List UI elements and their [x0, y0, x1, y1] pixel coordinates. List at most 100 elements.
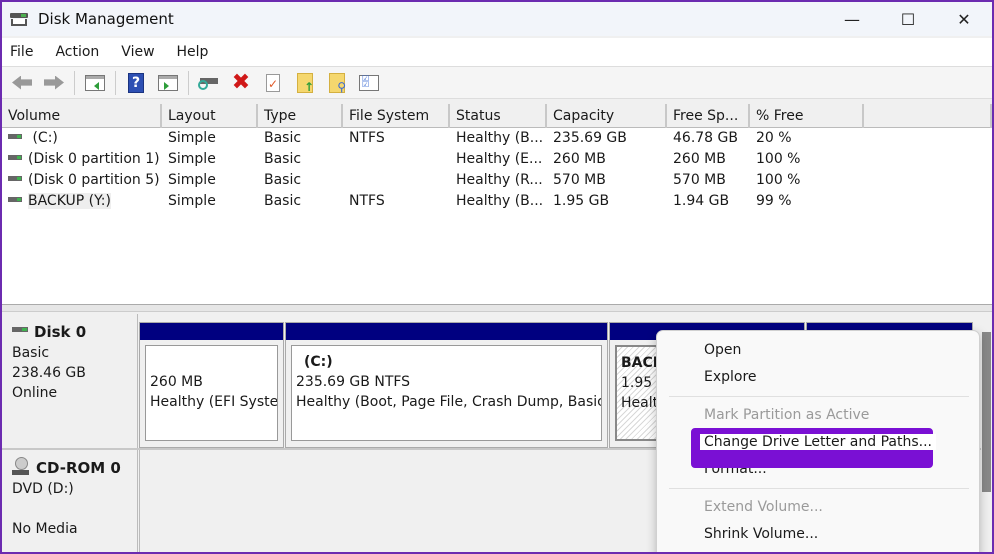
help-icon[interactable]: ?: [124, 72, 148, 94]
partition-status: Healthy (EFI System: [150, 394, 278, 410]
type-cell: Basic: [264, 130, 302, 146]
column-capacity[interactable]: Capacity: [547, 104, 667, 128]
column-empty[interactable]: [864, 104, 992, 128]
percent-free-cell: 100 %: [756, 172, 801, 188]
disk-0-label[interactable]: Disk 0 Basic 238.46 GB Online: [2, 314, 138, 448]
connect-drive-icon[interactable]: [197, 72, 221, 94]
column-layout[interactable]: Layout: [162, 104, 258, 128]
capacity-cell: 570 MB: [553, 172, 606, 188]
volume-icon: [8, 196, 22, 202]
percent-free-cell: 100 %: [756, 151, 801, 167]
maximize-button[interactable]: ☐: [880, 2, 936, 36]
column-volume[interactable]: Volume: [2, 104, 162, 128]
column-file-system[interactable]: File System: [343, 104, 450, 128]
volume-list-header: Volume Layout Type File System Status Ca…: [2, 104, 992, 128]
free-space-cell: 46.78 GB: [673, 130, 738, 146]
export-icon[interactable]: ↑: [293, 72, 317, 94]
volume-icon: [8, 154, 22, 160]
partition-title: [150, 352, 277, 372]
cd-rom-icon: [12, 457, 30, 475]
show-hide-action-pane-icon[interactable]: [156, 72, 180, 94]
free-space-cell: 1.94 GB: [673, 193, 730, 209]
column-free-space[interactable]: Free Sp...: [667, 104, 750, 128]
show-hide-console-tree-icon[interactable]: [83, 72, 107, 94]
menu-item-label: Change Drive Letter and Paths...: [700, 434, 936, 450]
capacity-cell: 260 MB: [553, 151, 606, 167]
pane-splitter[interactable]: [2, 304, 992, 312]
partition-body: 260 MB Healthy (EFI System: [145, 345, 278, 441]
status-cell: Healthy (R...: [456, 172, 543, 188]
menu-view[interactable]: View: [121, 44, 154, 60]
minimize-button[interactable]: —: [824, 2, 880, 36]
toolbar-separator: [74, 70, 75, 95]
vertical-scrollbar[interactable]: [981, 332, 992, 552]
disk-type: DVD (D:): [12, 481, 74, 497]
disk-state: No Media: [12, 521, 78, 537]
menu-help[interactable]: Help: [177, 44, 209, 60]
disk-management-window: Disk Management — ☐ ✕ File Action View H…: [0, 0, 994, 554]
column-type[interactable]: Type: [258, 104, 343, 128]
free-space-cell: 570 MB: [673, 172, 726, 188]
fs-cell: NTFS: [349, 130, 385, 146]
layout-cell: Simple: [168, 151, 216, 167]
percent-free-cell: 20 %: [756, 130, 792, 146]
volume-icon: [8, 175, 22, 181]
delete-icon[interactable]: ✖: [229, 71, 253, 94]
table-row[interactable]: (Disk 0 partition 1) Simple Basic Health…: [2, 149, 992, 170]
table-row[interactable]: (Disk 0 partition 5) Simple Basic Health…: [2, 170, 992, 191]
column-percent-free[interactable]: % Free: [750, 104, 864, 128]
forward-icon[interactable]: [42, 72, 66, 94]
menu-bar: File Action View Help: [2, 38, 992, 66]
find-icon[interactable]: ⚲: [325, 72, 349, 94]
partition-efi[interactable]: 260 MB Healthy (EFI System: [139, 322, 284, 448]
menu-item-change-drive-letter[interactable]: Change Drive Letter and Paths...: [657, 428, 979, 468]
title-bar: Disk Management — ☐ ✕: [2, 2, 992, 36]
menu-file[interactable]: File: [10, 44, 33, 60]
volume-name: (Disk 0 partition 1): [28, 151, 160, 167]
free-space-cell: 260 MB: [673, 151, 726, 167]
column-status[interactable]: Status: [450, 104, 547, 128]
menu-item-open[interactable]: Open: [657, 337, 979, 364]
partition-status: Healthy (Boot, Page File, Crash Dump, Ba…: [296, 394, 602, 410]
scrollbar-thumb[interactable]: [982, 332, 991, 492]
partition-c[interactable]: (C:) 235.69 GB NTFS Healthy (Boot, Page …: [285, 322, 608, 448]
settings-list-icon[interactable]: ☑ ☑: [357, 72, 381, 94]
status-cell: Healthy (B...: [456, 193, 544, 209]
menu-separator: [669, 488, 969, 489]
status-cell: Healthy (B...: [456, 130, 544, 146]
cdrom-0-label[interactable]: CD-ROM 0 DVD (D:) No Media: [2, 450, 138, 552]
disk-name: Disk 0: [34, 323, 87, 341]
capacity-cell: 1.95 GB: [553, 193, 610, 209]
toolbar-separator: [115, 70, 116, 95]
context-menu: Open Explore Mark Partition as Active Ch…: [656, 330, 980, 552]
back-icon[interactable]: [10, 72, 34, 94]
percent-free-cell: 99 %: [756, 193, 792, 209]
close-button[interactable]: ✕: [936, 2, 992, 36]
volume-name: (C:): [28, 130, 58, 146]
disk-state: Online: [12, 385, 58, 401]
type-cell: Basic: [264, 151, 302, 167]
disk-name: CD-ROM 0: [36, 459, 121, 477]
volume-list: Volume Layout Type File System Status Ca…: [2, 104, 992, 304]
menu-item-mark-active[interactable]: Mark Partition as Active: [657, 402, 979, 429]
volume-name: BACKUP (Y:): [28, 193, 111, 209]
menu-item-shrink-volume[interactable]: Shrink Volume...: [657, 521, 979, 548]
fs-cell: [343, 170, 450, 191]
partition-bar: [140, 323, 283, 340]
disk-size: 238.46 GB: [12, 365, 86, 381]
hard-disk-icon: [12, 326, 28, 332]
status-cell: Healthy (E...: [456, 151, 543, 167]
table-row[interactable]: BACKUP (Y:) Simple Basic NTFS Healthy (B…: [2, 191, 992, 212]
menu-item-explore[interactable]: Explore: [657, 364, 979, 391]
menu-separator: [669, 396, 969, 397]
volume-name: (Disk 0 partition 5): [28, 172, 160, 188]
partition-body: (C:) 235.69 GB NTFS Healthy (Boot, Page …: [291, 345, 602, 441]
properties-icon[interactable]: ✓: [261, 72, 285, 94]
table-row[interactable]: (C:) Simple Basic NTFS Healthy (B... 235…: [2, 128, 992, 149]
disk-type: Basic: [12, 345, 50, 361]
menu-action[interactable]: Action: [55, 44, 99, 60]
fs-cell: [343, 149, 450, 170]
toolbar: ? ✖ ✓ ↑ ⚲ ☑ ☑: [2, 66, 992, 99]
menu-item-extend-volume[interactable]: Extend Volume...: [657, 494, 979, 521]
toolbar-separator: [188, 70, 189, 95]
